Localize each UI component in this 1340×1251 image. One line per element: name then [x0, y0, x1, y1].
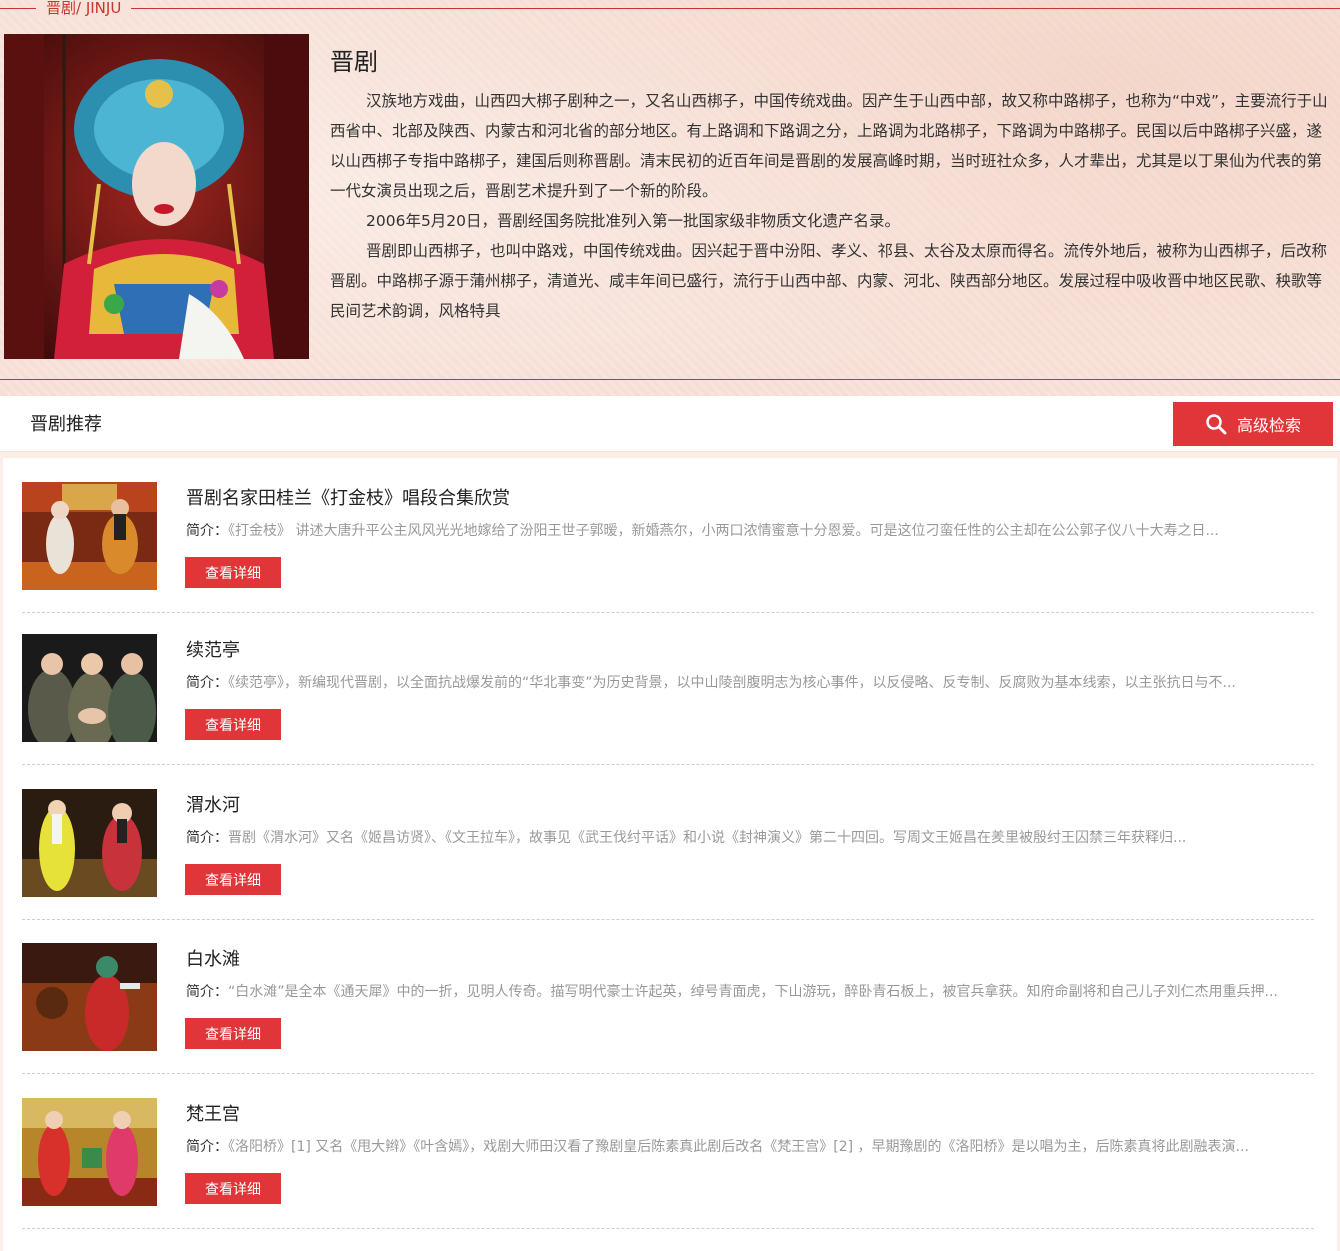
item-summary: 简介：晋剧《渭水河》又名《姬昌访贤》、《文王拉车》，故事见《武王伐纣平话》和小说… — [186, 827, 1296, 847]
hero-paragraph: 2006年5月20日，晋剧经国务院批准列入第一批国家级非物质文化遗产名录。 — [366, 212, 901, 230]
title-rule — [0, 8, 1340, 9]
list-item: 续范亭 简介：《续范亭》，新编现代晋剧，以全面抗战爆发前的“华北事变”为历史背景… — [22, 634, 1314, 765]
summary-text: 《打金枝》 讲述大唐升平公主风风光光地嫁给了汾阳王世子郭暧，新婚燕尔，小两口浓情… — [228, 523, 1219, 539]
summary-label: 简介： — [186, 675, 228, 691]
hero-image — [4, 34, 309, 359]
advanced-search-label: 高级检索 — [1236, 416, 1301, 435]
view-detail-button[interactable]: 查看详细 — [185, 1173, 281, 1204]
item-summary: 简介：“白水滩”是全本《通天犀》中的一折，见明人传奇。描写明代豪士许起英，绰号青… — [186, 981, 1296, 1001]
item-title[interactable]: 晋剧名家田桂兰《打金枝》唱段合集欣赏 — [186, 484, 510, 510]
item-summary: 简介：《洛阳桥》[1] 又名《甩大辫》《叶含嫣》，戏剧大师田汉看了豫剧皇后陈素真… — [186, 1136, 1296, 1156]
view-detail-button[interactable]: 查看详细 — [185, 864, 281, 895]
item-thumbnail[interactable] — [22, 789, 157, 897]
summary-label: 简介： — [186, 830, 228, 846]
view-detail-button[interactable]: 查看详细 — [185, 557, 281, 588]
summary-text: 晋剧《渭水河》又名《姬昌访贤》、《文王拉车》，故事见《武王伐纣平话》和小说《封神… — [228, 830, 1187, 846]
item-title[interactable]: 渭水河 — [186, 791, 240, 817]
list-item: 白水滩 简介：“白水滩”是全本《通天犀》中的一折，见明人传奇。描写明代豪士许起英… — [22, 943, 1314, 1074]
advanced-search-button[interactable]: 高级检索 — [1173, 402, 1333, 446]
hero-paragraph: 汉族地方戏曲，山西四大梆子剧种之一，又名山西梆子，中国传统戏曲。因产生于山西中部… — [330, 92, 1328, 200]
hero-description: 汉族地方戏曲，山西四大梆子剧种之一，又名山西梆子，中国传统戏曲。因产生于山西中部… — [330, 86, 1330, 326]
recommend-title: 晋剧推荐 — [30, 414, 102, 435]
list-item: 渭水河 简介：晋剧《渭水河》又名《姬昌访贤》、《文王拉车》，故事见《武王伐纣平话… — [22, 789, 1314, 920]
summary-label: 简介： — [186, 984, 228, 1000]
recommend-list: 晋剧名家田桂兰《打金枝》唱段合集欣赏 简介：《打金枝》 讲述大唐升平公主风风光光… — [3, 458, 1337, 1251]
item-thumbnail[interactable] — [22, 482, 157, 590]
hero-paragraph: 晋剧即山西梆子，也叫中路戏，中国传统戏曲。因兴起于晋中汾阳、孝义、祁县、太谷及太… — [330, 242, 1328, 320]
recommend-header: 晋剧推荐 高级检索 — [0, 396, 1340, 451]
item-title[interactable]: 梵王宫 — [186, 1100, 240, 1126]
item-thumbnail[interactable] — [22, 1098, 157, 1206]
list-item: 梵王宫 简介：《洛阳桥》[1] 又名《甩大辫》《叶含嫣》，戏剧大师田汉看了豫剧皇… — [22, 1098, 1314, 1229]
summary-text: 《续范亭》，新编现代晋剧，以全面抗战爆发前的“华北事变”为历史背景，以中山陵剖腹… — [228, 675, 1236, 691]
breadcrumb[interactable]: 晋剧/ JINJU — [36, 0, 132, 18]
view-detail-button[interactable]: 查看详细 — [185, 709, 281, 740]
list-item: 晋剧名家田桂兰《打金枝》唱段合集欣赏 简介：《打金枝》 讲述大唐升平公主风风光光… — [22, 482, 1314, 613]
search-icon — [1206, 414, 1227, 435]
section-divider — [0, 379, 1340, 380]
intro-section: 晋剧/ JINJU 晋剧 汉族地方戏曲，山西四大梆子剧种之一，又名山西梆子，中国… — [0, 0, 1340, 452]
item-title[interactable]: 续范亭 — [186, 636, 240, 662]
summary-label: 简介： — [186, 523, 228, 539]
summary-label: 简介： — [186, 1139, 228, 1155]
item-thumbnail[interactable] — [22, 943, 157, 1051]
item-thumbnail[interactable] — [22, 634, 157, 742]
view-detail-button[interactable]: 查看详细 — [185, 1018, 281, 1049]
item-summary: 简介：《续范亭》，新编现代晋剧，以全面抗战爆发前的“华北事变”为历史背景，以中山… — [186, 672, 1296, 692]
hero-title: 晋剧 — [330, 48, 378, 76]
summary-text: 《洛阳桥》[1] 又名《甩大辫》《叶含嫣》，戏剧大师田汉看了豫剧皇后陈素真此剧后… — [228, 1139, 1249, 1155]
item-summary: 简介：《打金枝》 讲述大唐升平公主风风光光地嫁给了汾阳王世子郭暧，新婚燕尔，小两… — [186, 520, 1296, 540]
item-title[interactable]: 白水滩 — [186, 945, 240, 971]
summary-text: “白水滩”是全本《通天犀》中的一折，见明人传奇。描写明代豪士许起英，绰号青面虎，… — [228, 984, 1278, 1000]
